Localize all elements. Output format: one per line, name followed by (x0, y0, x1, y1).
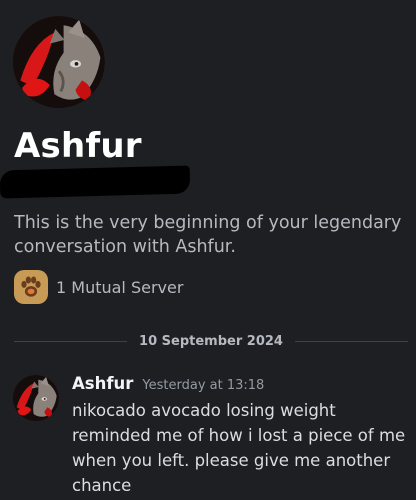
profile-username: Ashfur (14, 126, 142, 166)
message-avatar[interactable] (13, 375, 59, 421)
message-timestamp: Yesterday at 13:18 (142, 378, 265, 393)
divider-date: 10 September 2024 (139, 333, 283, 349)
date-divider: 10 September 2024 (14, 330, 409, 352)
message-text: nikocado avocado losing weight reminded … (72, 401, 406, 495)
dm-channel: Ashfur This is the very beginning of you… (0, 0, 416, 500)
divider-line (294, 340, 409, 342)
cat-avatar-image (13, 16, 105, 108)
message-header: Ashfur Yesterday at 13:18 (72, 374, 264, 393)
paw-print-icon (14, 270, 48, 304)
divider-line (14, 340, 128, 342)
message-author[interactable]: Ashfur (72, 374, 133, 393)
profile-avatar[interactable] (13, 16, 105, 108)
cat-avatar-image (13, 375, 59, 421)
mutual-servers-row[interactable]: 1 Mutual Server (14, 270, 183, 304)
mutual-servers-label: 1 Mutual Server (56, 277, 184, 297)
conversation-intro: This is the very beginning of your legen… (14, 213, 402, 257)
redacted-block (0, 165, 191, 199)
